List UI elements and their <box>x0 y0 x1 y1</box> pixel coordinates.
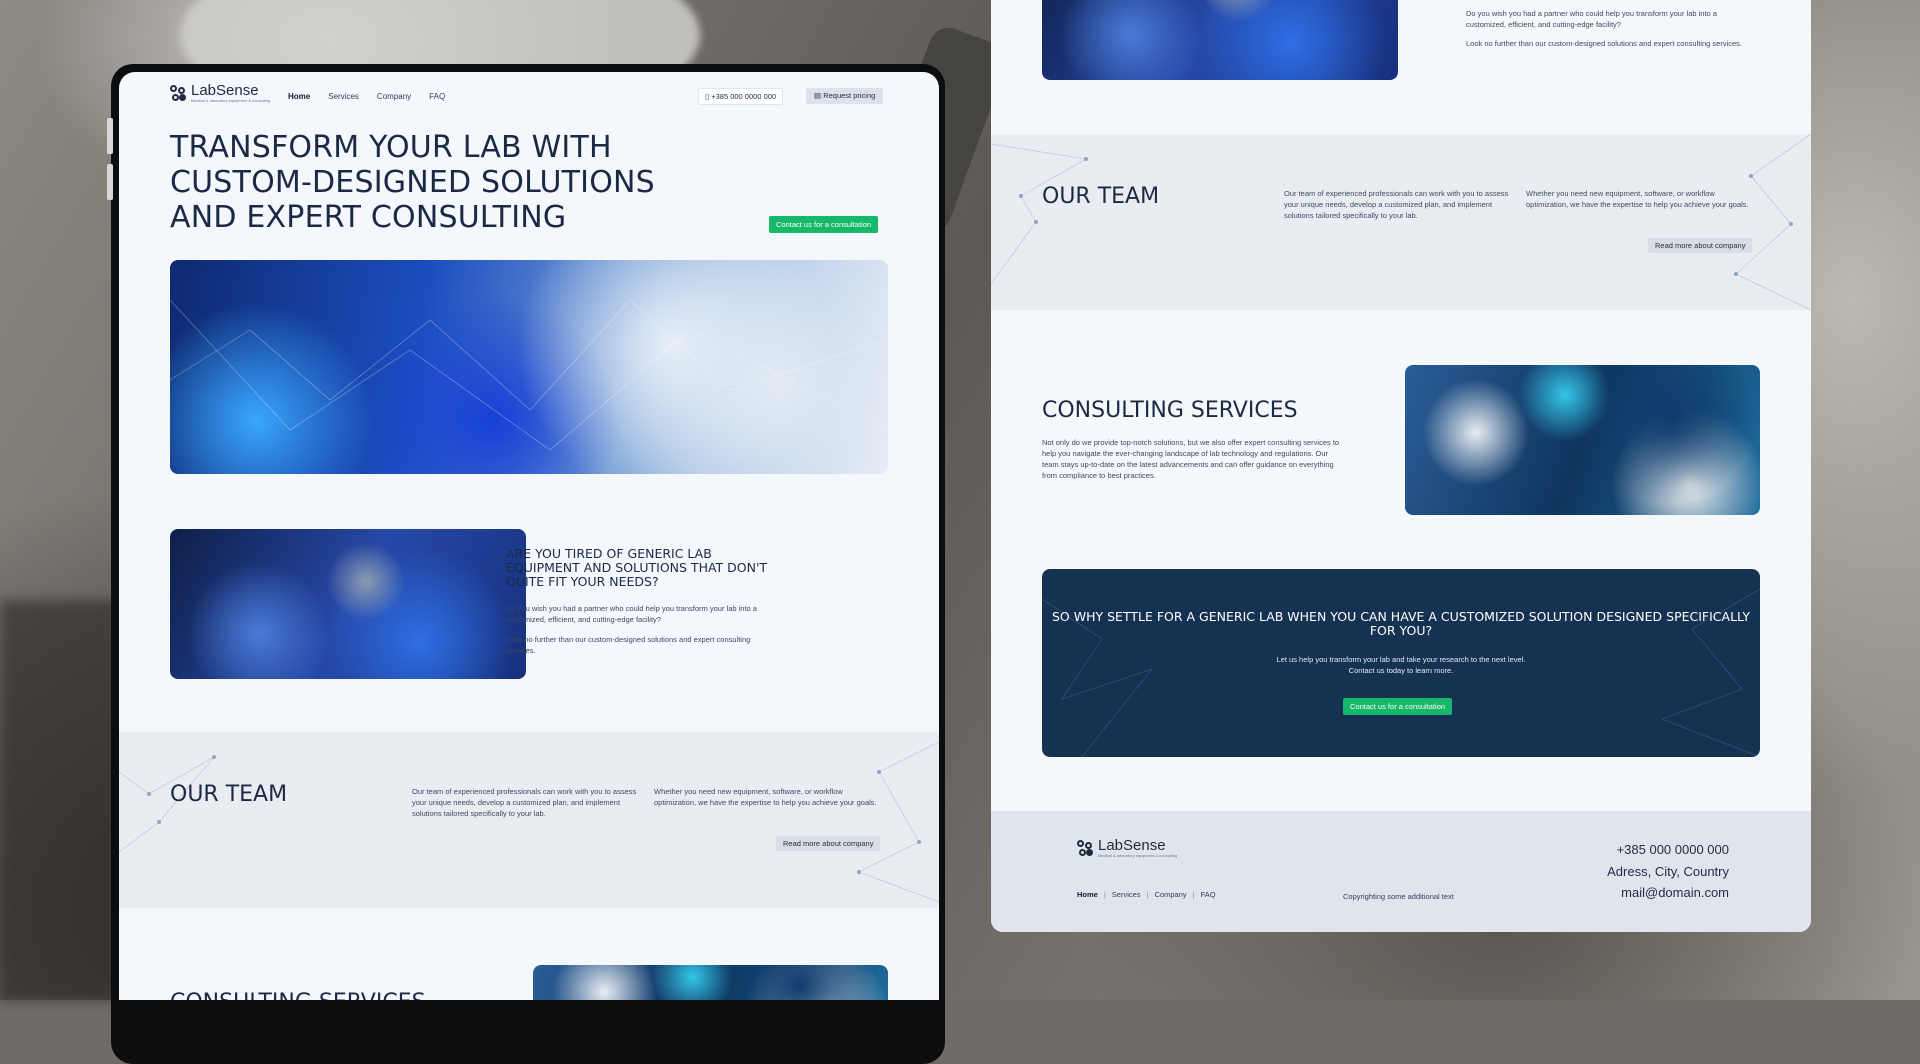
phone-number: +385 000 0000 000 <box>711 92 777 101</box>
read-more-company-button[interactable]: Read more about company <box>776 836 881 851</box>
nav-home[interactable]: Home <box>288 92 310 101</box>
footer: LabSense Medical & laboratory equipment … <box>991 811 1811 932</box>
brand-tagline: Medical & laboratory equipment & consult… <box>1098 853 1178 858</box>
consulting-image <box>1405 365 1760 515</box>
cta-text: Let us help you transform your lab and t… <box>1042 654 1760 676</box>
phone-icon: ▯ <box>705 92 710 101</box>
request-pricing-label: Request pricing <box>823 91 876 100</box>
footer-link-company[interactable]: Company <box>1155 890 1187 899</box>
footer-contact: +385 000 0000 000 Adress, City, Country … <box>1607 839 1729 904</box>
footer-link-services[interactable]: Services <box>1112 890 1141 899</box>
hero-title: TRANSFORM YOUR LAB WITH CUSTOM-DESIGNED … <box>170 130 655 235</box>
consulting-paragraph: Not only do we provide top-notch solutio… <box>1042 438 1340 480</box>
brand-name: LabSense <box>1098 837 1166 854</box>
cta-line-1: Let us help you transform your lab and t… <box>1276 655 1526 664</box>
nav-faq[interactable]: FAQ <box>429 92 445 101</box>
tablet-side-button <box>107 118 113 154</box>
cta-line-2: Contact us today to learn more. <box>1348 666 1454 675</box>
generic-paragraph-2: Look no further than our custom-designed… <box>1466 39 1742 48</box>
generic-paragraph-1: Do you wish you had a partner who could … <box>506 604 757 624</box>
team-paragraph-1: Our team of experienced professionals ca… <box>1284 189 1509 220</box>
nav-company[interactable]: Company <box>377 92 411 101</box>
microscope-image <box>170 529 526 679</box>
footer-link-faq[interactable]: FAQ <box>1201 890 1216 899</box>
footer-nav: Home | Services | Company | FAQ <box>1077 890 1216 899</box>
footer-copyright: Copyrighting some additional text <box>1343 892 1454 901</box>
team-section: OUR TEAM Our team of experienced profess… <box>991 134 1811 310</box>
read-more-company-button[interactable]: Read more about company <box>1648 238 1753 253</box>
team-paragraph-1: Our team of experienced professionals ca… <box>412 787 637 818</box>
footer-address: Adress, City, Country <box>1607 863 1729 879</box>
team-paragraph-2: Whether you need new equipment, software… <box>654 787 877 807</box>
top-nav: LabSense Medical & laboratory equipment … <box>170 82 888 110</box>
brand-tagline: Medical & laboratory equipment & consult… <box>191 98 271 103</box>
network-overlay <box>170 299 888 451</box>
tablet-side-button <box>107 164 113 200</box>
document-icon: ▤ <box>814 91 822 100</box>
footer-email[interactable]: mail@domain.com <box>1607 882 1729 904</box>
phone-button[interactable]: ▯ +385 000 0000 000 <box>698 88 784 105</box>
generic-paragraph-1: Do you wish you had a partner who could … <box>1466 9 1717 29</box>
brand-logo[interactable]: LabSense Medical & laboratory equipment … <box>170 82 271 103</box>
nav-services[interactable]: Services <box>328 92 359 101</box>
footer-logo[interactable]: LabSense Medical & laboratory equipment … <box>1077 837 1178 858</box>
page-preview-lower: Do you wish you had a partner who could … <box>991 0 1811 932</box>
footer-link-home[interactable]: Home <box>1077 890 1098 899</box>
cta-title: SO WHY SETTLE FOR A GENERIC LAB WHEN YOU… <box>1052 609 1750 638</box>
hero-image <box>170 260 888 474</box>
network-overlay <box>119 741 939 903</box>
hero-cta-button[interactable]: Contact us for a consultation <box>769 216 879 233</box>
network-overlay <box>991 134 1811 310</box>
logo-icon <box>1077 840 1094 857</box>
brand-name: LabSense <box>191 82 259 99</box>
footer-phone[interactable]: +385 000 0000 000 <box>1607 839 1729 861</box>
cta-consultation-button[interactable]: Contact us for a consultation <box>1343 698 1453 715</box>
cta-section: SO WHY SETTLE FOR A GENERIC LAB WHEN YOU… <box>1042 569 1760 757</box>
nav-links: Home Services Company FAQ <box>288 92 445 101</box>
generic-paragraph-2: Look no further than our custom-designed… <box>506 635 751 655</box>
backdrop-shadow <box>0 600 120 1000</box>
consulting-title: CONSULTING SERVICES <box>1042 398 1298 423</box>
consulting-title: CONSULTING SERVICES <box>170 990 426 1000</box>
request-pricing-button[interactable]: ▤ Request pricing <box>806 88 884 104</box>
consulting-image <box>533 965 888 1000</box>
tablet-screen: LabSense Medical & laboratory equipment … <box>119 72 939 1000</box>
microscope-image <box>1042 0 1398 80</box>
logo-icon <box>170 85 187 102</box>
team-title: OUR TEAM <box>1042 184 1160 209</box>
team-title: OUR TEAM <box>170 782 288 807</box>
generic-section-title: ARE YOU TIRED OF GENERIC LAB EQUIPMENT A… <box>506 546 768 589</box>
team-paragraph-2: Whether you need new equipment, software… <box>1526 189 1749 209</box>
team-section: OUR TEAM Our team of experienced profess… <box>119 732 939 908</box>
